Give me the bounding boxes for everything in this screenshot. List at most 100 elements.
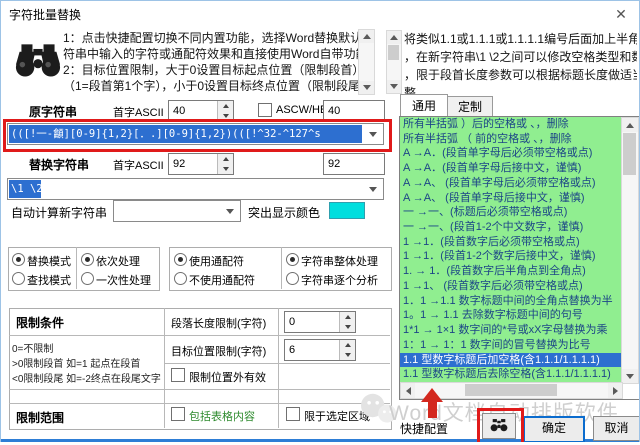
divider [9, 403, 390, 404]
help-left-scrollbar[interactable] [358, 29, 375, 95]
close-icon[interactable]: ✕ [605, 3, 637, 25]
chevron-down-icon[interactable] [369, 187, 377, 192]
scrollbar-thumb[interactable] [388, 45, 399, 60]
target-pos-spinner[interactable]: 6 [284, 339, 356, 361]
binoculars-icon [15, 41, 61, 79]
radio-no-wildcards-label: 不使用通配符 [189, 275, 255, 287]
radio-use-wildcards[interactable] [174, 253, 187, 266]
ascw-hex-checkbox[interactable] [258, 103, 272, 117]
divider [281, 247, 282, 289]
list-item[interactable]: A →A、 (段首单字母后接中文，谨慎) [400, 190, 621, 206]
replace-ascii-spinner[interactable]: 92 [168, 153, 234, 175]
radio-sequential[interactable] [81, 253, 94, 266]
original-string-label: 原字符串 [29, 105, 78, 119]
chevron-down-icon[interactable] [226, 209, 234, 214]
divider [9, 335, 390, 336]
outside-position-label: 限制位置外有效 [189, 372, 266, 384]
radio-one-time-label: 一次性处理 [96, 275, 151, 287]
list-vertical-scrollbar[interactable] [621, 117, 639, 384]
spinner-down-icon[interactable] [218, 164, 233, 174]
radio-replace-mode-label: 替换模式 [27, 256, 71, 268]
spinner-up-icon[interactable] [218, 101, 233, 111]
replace-pattern-value: \1 \2 [9, 180, 41, 198]
list-item[interactable]: 1.1 型数字标题后去除空格(含1.1.1/1.1.1.1) [400, 367, 621, 382]
limit-note: 0=不限制 [12, 344, 54, 355]
radio-one-time[interactable] [81, 272, 94, 285]
list-item[interactable]: 所有半括弧 （ 前的空格或 、，删除 [400, 131, 621, 147]
target-pos-label: 目标位置限制(字符) [171, 346, 267, 358]
list-item[interactable]: 1．1 →1.1 数字标题中间的全角点替换为半 [400, 293, 621, 309]
highlight-color-label: 突出显示颜色 [248, 206, 321, 220]
radio-whole-string-label: 字符串整体处理 [301, 256, 378, 268]
chevron-down-icon[interactable] [369, 132, 377, 137]
scroll-right-icon[interactable] [608, 383, 622, 398]
spinner-up-icon[interactable] [340, 312, 355, 322]
annotation-arrow-up [421, 388, 443, 402]
divider [9, 389, 390, 390]
tab-custom[interactable]: 定制 [447, 96, 493, 117]
scroll-left-icon[interactable] [401, 383, 415, 398]
list-item-selected[interactable]: 1.1 型数字标题后加空格(含1.1.1/1.1.1.1) [400, 352, 621, 368]
radio-no-wildcards[interactable] [174, 272, 187, 285]
original-pattern-value: (([!一-龥][0-9]{1,2}[．.][0-9]{1,2})(([!^32… [9, 125, 362, 143]
quick-config-label: 快捷配置 [400, 422, 449, 436]
list-item[interactable]: 一 →一、(段首1-2个中文数字，谨慎) [400, 220, 621, 235]
dialog-character-batch-replace: 字符批量替换 ✕ 1：点击快捷配置切换不同内置功能，选择Word替换默认配置时在… [0, 0, 640, 442]
spinner-up-icon[interactable] [340, 340, 355, 350]
dialog-title: 字符批量替换 [9, 8, 82, 22]
highlight-color-swatch[interactable] [329, 202, 365, 219]
radio-analyze-each-label: 字符串逐个分析 [301, 275, 378, 287]
list-item[interactable]: 1 →1．(段首1-2个数字后接中文，谨慎) [400, 249, 621, 265]
list-item[interactable]: 1。1 → 1.1 去除数字标题中间的句号 [400, 308, 621, 324]
scroll-up-icon[interactable] [622, 118, 638, 132]
scroll-up-icon[interactable] [387, 31, 401, 44]
list-item[interactable]: 1*1 → 1×1 数字间的*号或xX字母替换为乘 [400, 323, 621, 338]
original-pattern-combobox[interactable]: (([!一-龥][0-9]{1,2}[．.][0-9]{1,2})(([!^32… [7, 123, 384, 145]
list-item[interactable]: 1 →1、 (段首数字后必须带空格或点) [400, 278, 621, 294]
limit-note: >0限制段首 如=1 起点在段首 [12, 359, 141, 370]
para-length-spinner[interactable]: 0 [284, 311, 356, 333]
list-item[interactable]: 1 →1．(段首数字后必须带空格或点) [400, 234, 621, 250]
scroll-down-icon[interactable] [359, 81, 374, 94]
include-table-label: 包括表格内容 [189, 411, 255, 423]
divider [164, 363, 390, 364]
scrollbar-thumb[interactable] [623, 133, 636, 175]
list-item[interactable]: 所有半括弧 ）后的空格或 、，删除 [400, 117, 621, 132]
list-item[interactable]: A →A．(段首单字母后接中文，谨慎) [400, 161, 621, 176]
annotation-red-box [477, 408, 524, 442]
include-table-checkbox[interactable] [171, 407, 185, 421]
divider [76, 247, 77, 289]
auto-calc-label: 自动计算新字符串 [11, 206, 108, 220]
limits-section-label: 限制条件 [16, 316, 65, 330]
ok-button[interactable]: 确定 [523, 416, 585, 442]
radio-use-wildcards-label: 使用通配符 [189, 256, 244, 268]
radio-replace-mode[interactable] [12, 253, 25, 266]
list-item[interactable]: 1. → 1．(段首数字后半角点到全角点) [400, 264, 621, 279]
spinner-down-icon[interactable] [340, 322, 355, 332]
spinner-down-icon[interactable] [340, 350, 355, 360]
list-item[interactable]: 一 →一、(标题后必须带空格或点) [400, 205, 621, 221]
cancel-button[interactable]: 取消 [593, 416, 639, 441]
radio-analyze-each[interactable] [286, 272, 299, 285]
help-right-scrollbar[interactable] [386, 30, 402, 94]
list-item[interactable]: A →A．(段首单字母后必须带空格或点) [400, 146, 621, 162]
scroll-down-icon[interactable] [387, 80, 401, 93]
scrollbar-thumb[interactable] [465, 384, 557, 396]
scroll-down-icon[interactable] [622, 369, 638, 383]
first-ascii-label: 首字ASCII [113, 160, 164, 172]
replace-hex-field[interactable]: 92 [323, 153, 385, 175]
tab-general[interactable]: 通用 [400, 94, 448, 117]
scope-section-label: 限制范围 [16, 411, 65, 425]
replace-pattern-combobox[interactable]: \1 \2 [7, 178, 384, 200]
auto-calc-combobox[interactable] [113, 200, 241, 222]
radio-sequential-label: 依次处理 [96, 256, 140, 268]
list-item[interactable]: A →A、 (段首单字母后必须带空格或点) [400, 175, 621, 191]
list-item[interactable]: 1：1 → 1：1 数字间的冒号替换为比号 [400, 337, 621, 353]
quick-config-items: 所有半括弧 ）后的空格或 、，删除 所有半括弧 （ 前的空格或 、，删除 A →… [400, 117, 621, 382]
outside-position-checkbox[interactable] [171, 368, 185, 382]
selection-only-checkbox[interactable] [286, 407, 300, 421]
spinner-up-icon[interactable] [218, 154, 233, 164]
radio-find-mode[interactable] [12, 272, 25, 285]
scroll-up-icon[interactable] [359, 30, 374, 43]
radio-whole-string[interactable] [286, 253, 299, 266]
